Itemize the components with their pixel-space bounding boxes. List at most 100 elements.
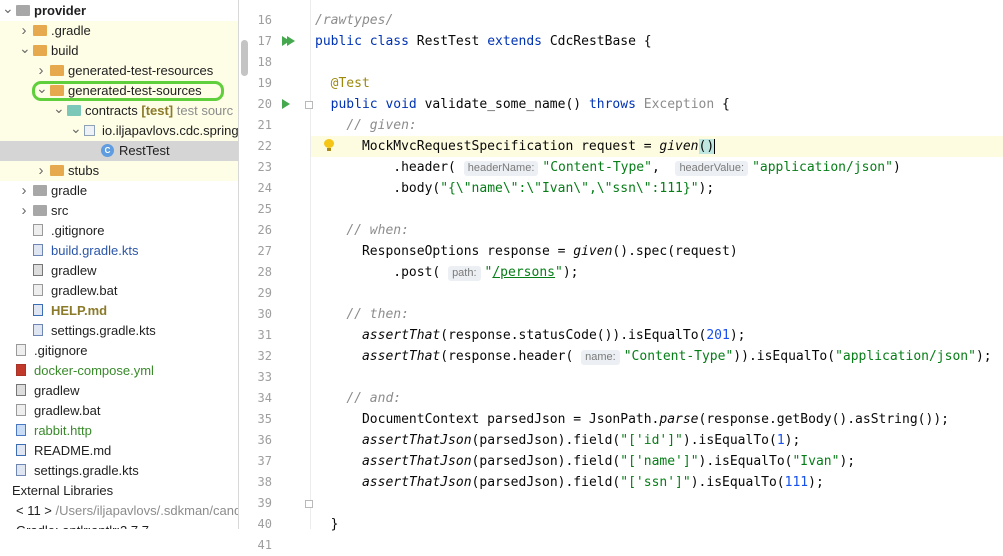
parameter-hint: headerValue: (675, 161, 749, 176)
gutter-divider (310, 0, 311, 529)
tree-item-label: < 11 > /Users/iljapavlovs/.sdkman/cand (16, 501, 238, 521)
tree-item[interactable]: gradlew (0, 381, 238, 401)
code-token: "Content-Type" (542, 160, 652, 175)
code-line[interactable]: ResponseOptions response = given().spec(… (315, 241, 738, 262)
tree-item[interactable]: build.gradle.kts (0, 241, 238, 261)
tree-item[interactable]: › generated-test-resources (0, 61, 238, 81)
tree-item-label: settings.gradle.kts (34, 463, 139, 478)
tree-item-label: External Libraries (12, 483, 114, 498)
code-token: assertThatJson (361, 454, 472, 469)
tree-item-label: src (51, 203, 69, 218)
code-token: public class (315, 34, 417, 49)
tree-item[interactable]: External Libraries (0, 481, 238, 501)
fold-marker-icon[interactable] (305, 500, 313, 508)
tree-item[interactable]: Gradle: antlr:antlr:2.7.7 (0, 521, 238, 529)
code-line[interactable]: // when: (315, 220, 409, 241)
code-line[interactable]: assertThatJson(parsedJson).field("['ssn'… (315, 472, 824, 493)
code-line[interactable]: MockMvcRequestSpecification request = gi… (315, 136, 716, 157)
code-token: ResponseOptions response = (315, 244, 574, 259)
code-token: // given: (346, 118, 417, 133)
tree-item-label: gradlew (51, 263, 97, 278)
code-line[interactable]: public class RestTest extends CdcRestBas… (315, 31, 652, 52)
code-line[interactable]: DocumentContext parsedJson = JsonPath.pa… (315, 409, 949, 430)
tree-item[interactable]: rabbit.http (0, 421, 238, 441)
code-line[interactable]: .post( path: "/persons"); (315, 262, 578, 283)
code-token: given (573, 244, 613, 259)
code-line[interactable]: // and: (315, 388, 401, 409)
chevron-right-icon[interactable]: › (19, 21, 29, 41)
tree-item[interactable]: › .gradle (0, 21, 238, 41)
code-token: ); (839, 454, 856, 469)
code-token: (response.statusCode()).isEqualTo( (440, 328, 707, 343)
chevron-right-icon[interactable]: › (19, 201, 29, 221)
tree-item[interactable]: gradlew (0, 261, 238, 281)
lightbulb-icon[interactable] (324, 139, 334, 151)
tree-item-label: provider (34, 3, 87, 18)
yaml-file-icon (16, 364, 26, 376)
tree-item[interactable]: settings.gradle.kts (0, 461, 238, 481)
tree-item[interactable]: settings.gradle.kts (0, 321, 238, 341)
chevron-right-icon[interactable]: › (36, 61, 46, 81)
tree-item[interactable]: ⌄ io.iljapavlovs.cdc.spring (0, 121, 238, 141)
tree-item[interactable]: › src (0, 201, 238, 221)
panel-separator[interactable] (238, 0, 239, 529)
code-token: , (651, 160, 676, 175)
tree-item[interactable]: C RestTest (0, 141, 238, 161)
code-line[interactable]: assertThatJson(parsedJson).field("['id']… (315, 430, 800, 451)
tree-item[interactable]: ⌄ build (0, 41, 238, 61)
chevron-down-icon[interactable]: ⌄ (53, 101, 65, 115)
tree-item[interactable]: .gitignore (0, 221, 238, 241)
code-line[interactable]: public void validate_some_name() throws … (315, 94, 730, 115)
tree-scrollbar[interactable] (241, 40, 248, 76)
run-test-icon[interactable] (282, 99, 290, 109)
code-line[interactable]: assertThat(response.header( name: "Conten… (315, 346, 992, 367)
chevron-right-icon[interactable]: › (36, 161, 46, 181)
code-token: "Ivan" (792, 454, 840, 469)
code-token: ).isEqualTo( (682, 433, 777, 448)
tree-item[interactable]: ⌄ provider (0, 1, 238, 21)
tree-item[interactable]: HELP.md (0, 301, 238, 321)
folder-icon (33, 185, 47, 196)
code-line[interactable]: assertThat(response.statusCode()).isEqua… (315, 325, 746, 346)
code-token: ).isEqualTo( (690, 475, 785, 490)
tree-item[interactable]: ⌄ generated-test-sources (0, 81, 238, 101)
tree-item[interactable]: gradlew.bat (0, 401, 238, 421)
line-number: 41 (257, 538, 272, 552)
tree-item-label: stubs (68, 163, 100, 178)
tree-item[interactable]: › stubs (0, 161, 238, 181)
chevron-down-icon[interactable]: ⌄ (36, 81, 48, 95)
fold-marker-icon[interactable] (305, 101, 313, 109)
chevron-down-icon[interactable]: ⌄ (70, 121, 82, 135)
code-line[interactable]: } (315, 514, 339, 535)
tree-item[interactable]: README.md (0, 441, 238, 461)
code-line[interactable]: assertThatJson(parsedJson).field("['name… (315, 451, 855, 472)
line-number: 16 (257, 13, 272, 27)
code-line[interactable]: @Test (315, 73, 370, 94)
code-token: " (554, 265, 563, 280)
code-line[interactable]: .body("{\"name\":\"Ivan\",\"ssn\":111}")… (315, 178, 714, 199)
tree-item-label: gradle (51, 183, 88, 198)
run-class-icon[interactable] (287, 36, 295, 46)
code-line[interactable]: // then: (315, 304, 409, 325)
code-line[interactable]: .header( headerName: "Content-Type", head… (315, 157, 901, 178)
tree-item[interactable]: › gradle (0, 181, 238, 201)
code-token: // when: (346, 223, 409, 238)
tree-item[interactable]: docker-compose.yml (0, 361, 238, 381)
line-number: 30 (257, 307, 272, 321)
code-line[interactable]: /rawtypes/ (315, 10, 393, 31)
excluded-folder-icon (50, 85, 64, 96)
project-tree: ⌄ provider › .gradle ⌄ build › generated-test-r… (0, 0, 238, 529)
chevron-down-icon[interactable]: ⌄ (2, 1, 14, 15)
tree-item[interactable]: gradlew.bat (0, 281, 238, 301)
tree-item[interactable]: < 11 > /Users/iljapavlovs/.sdkman/cand (0, 501, 238, 521)
code-line[interactable]: // given: (315, 115, 417, 136)
excluded-folder-icon (33, 25, 47, 36)
tree-item[interactable]: .gitignore (0, 341, 238, 361)
tree-item-label: docker-compose.yml (34, 363, 154, 378)
chevron-right-icon[interactable]: › (19, 181, 29, 201)
chevron-down-icon[interactable]: ⌄ (19, 41, 31, 55)
tree-item[interactable]: ⌄ contracts [test] test sourc (0, 101, 238, 121)
code-token: "['id']" (620, 433, 683, 448)
